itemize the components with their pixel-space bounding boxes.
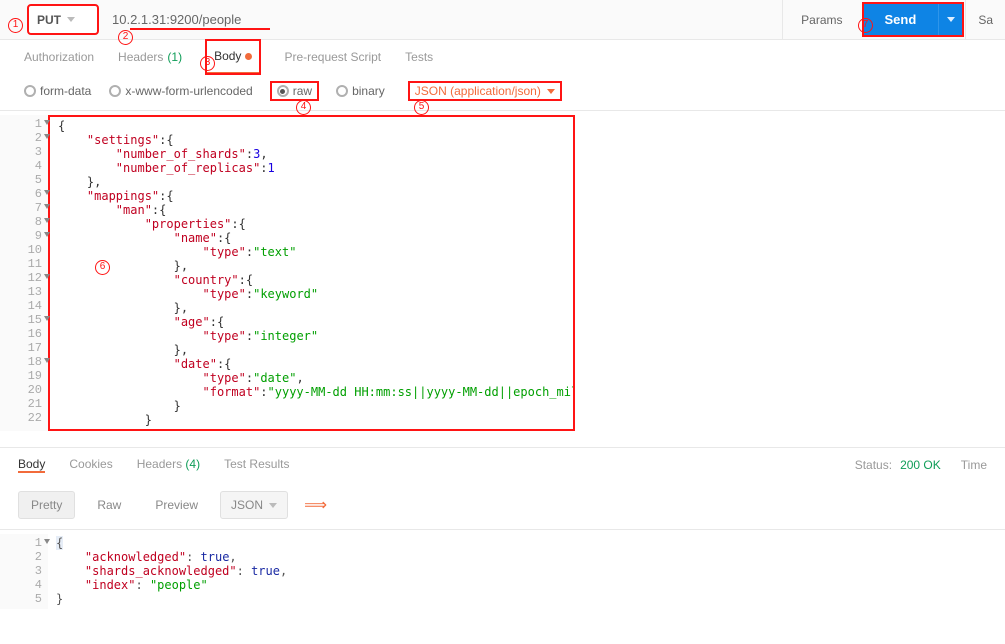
response-format-bar: Pretty Raw Preview JSON ⟹ <box>0 481 1005 529</box>
http-method-value: PUT <box>37 13 61 27</box>
save-button[interactable]: Sa <box>965 0 1005 39</box>
body-type-options: form-data x-www-form-urlencoded raw bina… <box>0 74 1005 110</box>
modified-dot-icon <box>245 53 252 60</box>
code-line: }, <box>58 175 565 189</box>
code-line: "mappings":{ <box>58 189 565 203</box>
annotation-4: 4 <box>296 98 311 115</box>
code-line: "number_of_replicas":1 <box>58 161 565 175</box>
chevron-down-icon <box>547 89 555 94</box>
code-line: "settings":{ <box>58 133 565 147</box>
resp-tab-headers[interactable]: Headers (4) <box>137 457 200 471</box>
annotation-7: 7 <box>858 16 873 33</box>
params-button[interactable]: Params <box>782 0 860 39</box>
code-line: }, <box>58 259 565 273</box>
send-button[interactable]: Send <box>863 3 939 36</box>
time-label: Time <box>961 458 987 472</box>
wrap-lines-icon[interactable]: ⟹ <box>298 493 333 517</box>
fmt-lang-selector[interactable]: JSON <box>220 491 288 519</box>
code-line: "name":{ <box>58 231 565 245</box>
send-dropdown-button[interactable] <box>938 3 963 36</box>
chevron-down-icon <box>67 17 75 22</box>
code-line: "country":{ <box>58 273 565 287</box>
response-tabs: Body Cookies Headers (4) Test Results St… <box>0 447 1005 481</box>
radio-urlencoded[interactable]: x-www-form-urlencoded <box>109 84 252 98</box>
tab-tests[interactable]: Tests <box>405 40 433 74</box>
annotation-2: 2 <box>118 28 133 45</box>
content-type-selector[interactable]: JSON (application/json) <box>409 82 561 100</box>
status-label: Status: <box>855 458 892 472</box>
resp-line: "index": "people" <box>56 578 997 592</box>
request-tabs: Authorization Headers (1) Body Pre-reque… <box>0 40 1005 74</box>
resp-line: "acknowledged": true, <box>56 550 997 564</box>
fmt-raw[interactable]: Raw <box>85 492 133 518</box>
tab-headers[interactable]: Headers (1) <box>118 40 182 74</box>
code-line: } <box>58 399 565 413</box>
annotation-5: 5 <box>414 98 429 115</box>
chevron-down-icon <box>947 17 955 22</box>
headers-count: (1) <box>167 50 182 64</box>
resp-tab-body[interactable]: Body <box>18 457 45 473</box>
http-method-selector[interactable]: PUT <box>28 5 98 34</box>
radio-binary[interactable]: binary <box>336 84 385 98</box>
tab-prerequest[interactable]: Pre-request Script <box>284 40 381 74</box>
chevron-down-icon <box>269 503 277 508</box>
tab-authorization[interactable]: Authorization <box>24 40 94 74</box>
code-line: "type":"integer" <box>58 329 565 343</box>
request-body-editor[interactable]: 1 2 3 4 5 6 7 8 9 10 11 12 13 14 15 16 1… <box>0 110 1005 431</box>
fmt-pretty[interactable]: Pretty <box>18 491 75 519</box>
annotation-3: 3 <box>200 54 215 71</box>
response-body-editor[interactable]: 1 2 3 4 5 { "acknowledged": true, "shard… <box>0 529 1005 609</box>
request-bar: PUT Params Send Sa <box>0 0 1005 40</box>
code-line: "man":{ <box>58 203 565 217</box>
code-line: }, <box>58 301 565 315</box>
code-line: "date":{ <box>58 357 565 371</box>
radio-form-data[interactable]: form-data <box>24 84 91 98</box>
code-line: "number_of_shards":3, <box>58 147 565 161</box>
annotation-underline-url <box>130 28 270 30</box>
resp-gutter: 1 2 3 4 5 <box>0 534 48 609</box>
resp-headers-count: (4) <box>185 457 200 471</box>
url-input[interactable] <box>102 0 782 39</box>
editor-gutter: 1 2 3 4 5 6 7 8 9 10 11 12 13 14 15 16 1… <box>0 115 48 431</box>
code-line: } <box>58 413 565 427</box>
code-line: }, <box>58 343 565 357</box>
code-line: "properties":{ <box>58 217 565 231</box>
fmt-preview[interactable]: Preview <box>143 492 210 518</box>
code-line: "type":"text" <box>58 245 565 259</box>
resp-line: { <box>56 536 997 550</box>
annotation-6: 6 <box>95 258 110 275</box>
resp-tab-cookies[interactable]: Cookies <box>69 457 112 471</box>
code-line: "format":"yyyy-MM-dd HH:mm:ss||yyyy-MM-d… <box>58 385 565 399</box>
resp-line: } <box>56 592 997 606</box>
resp-tab-tests[interactable]: Test Results <box>224 457 289 471</box>
annotation-1: 1 <box>8 16 23 33</box>
resp-line: "shards_acknowledged": true, <box>56 564 997 578</box>
status-value: 200 OK <box>900 458 941 472</box>
code-line: "type":"keyword" <box>58 287 565 301</box>
code-line: "type":"date", <box>58 371 565 385</box>
code-line: "age":{ <box>58 315 565 329</box>
code-line: { <box>58 119 565 133</box>
